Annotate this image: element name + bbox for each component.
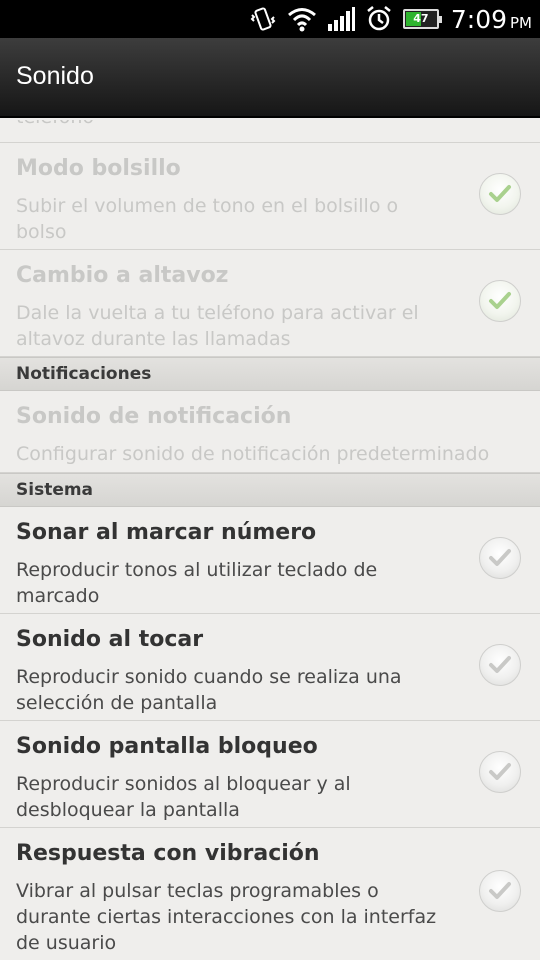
wifi-icon <box>287 8 316 32</box>
lock-screen-sound-checkbox[interactable] <box>479 751 521 793</box>
setting-summary: Subir el volumen de tono en el bolsillo … <box>16 195 399 243</box>
setting-flip-speaker[interactable]: Cambio a altavoz Dale la vuelta a tu tel… <box>0 250 540 357</box>
checkmark-icon <box>489 656 511 673</box>
section-header-label: Notificaciones <box>16 364 152 384</box>
checkmark-icon <box>489 185 511 202</box>
setting-title: Sonido de notificación <box>16 404 292 429</box>
setting-title: Sonido al tocar <box>16 627 204 652</box>
setting-summary: Reproducir sonido cuando se realiza una … <box>16 666 402 714</box>
checkmark-icon <box>489 763 511 780</box>
setting-summary: Reproducir tonos al utilizar teclado de … <box>16 559 378 607</box>
vibrate-icon <box>250 7 276 31</box>
battery-level-text: 47 <box>413 12 429 25</box>
setting-title: Sonido pantalla bloqueo <box>16 734 318 759</box>
setting-title: Modo bolsillo <box>16 156 181 181</box>
status-bar: 47 7:09 PM <box>0 0 540 38</box>
partial-summary-text: teléfono <box>16 120 94 128</box>
setting-summary: Vibrar al pulsar teclas programables o d… <box>16 880 437 954</box>
setting-touch-sounds[interactable]: Sonido al tocar Reproducir sonido cuando… <box>0 614 540 721</box>
haptic-feedback-checkbox[interactable] <box>479 870 521 912</box>
page-title: Sonido <box>16 62 94 90</box>
settings-list[interactable]: teléfono Modo bolsillo Subir el volumen … <box>0 120 540 960</box>
title-bar: Sonido <box>0 38 540 118</box>
section-header-notifications: Notificaciones <box>0 357 540 391</box>
section-header-label: Sistema <box>16 480 94 500</box>
setting-dial-tones[interactable]: Sonar al marcar número Reproducir tonos … <box>0 507 540 614</box>
battery-icon: 47 <box>402 9 442 29</box>
status-clock: 7:09 PM <box>451 5 532 34</box>
checkmark-icon <box>489 882 511 899</box>
setting-haptic-feedback[interactable]: Respuesta con vibración Vibrar al pulsar… <box>0 828 540 960</box>
checkmark-icon <box>489 549 511 566</box>
flip-speaker-checkbox[interactable] <box>479 280 521 322</box>
dial-tones-checkbox[interactable] <box>479 537 521 579</box>
setting-summary: Dale la vuelta a tu teléfono para activa… <box>16 302 419 350</box>
signal-icon <box>327 7 355 31</box>
setting-title: Cambio a altavoz <box>16 263 229 288</box>
setting-summary: Configurar sonido de notificación predet… <box>16 443 490 465</box>
section-header-system: Sistema <box>0 473 540 507</box>
setting-summary: Reproducir sonidos al bloquear y al desb… <box>16 773 351 821</box>
setting-title: Sonar al marcar número <box>16 520 317 545</box>
setting-notification-sound[interactable]: Sonido de notificación Configurar sonido… <box>0 391 540 473</box>
checkmark-icon <box>489 292 511 309</box>
setting-pocket-mode[interactable]: Modo bolsillo Subir el volumen de tono e… <box>0 143 540 250</box>
alarm-icon <box>367 6 391 31</box>
clock-time: 7:09 <box>450 4 507 34</box>
setting-lock-screen-sound[interactable]: Sonido pantalla bloqueo Reproducir sonid… <box>0 721 540 828</box>
pocket-mode-checkbox[interactable] <box>479 173 521 215</box>
touch-sounds-checkbox[interactable] <box>479 644 521 686</box>
setting-title: Respuesta con vibración <box>16 841 320 866</box>
clock-ampm: PM <box>510 13 532 32</box>
